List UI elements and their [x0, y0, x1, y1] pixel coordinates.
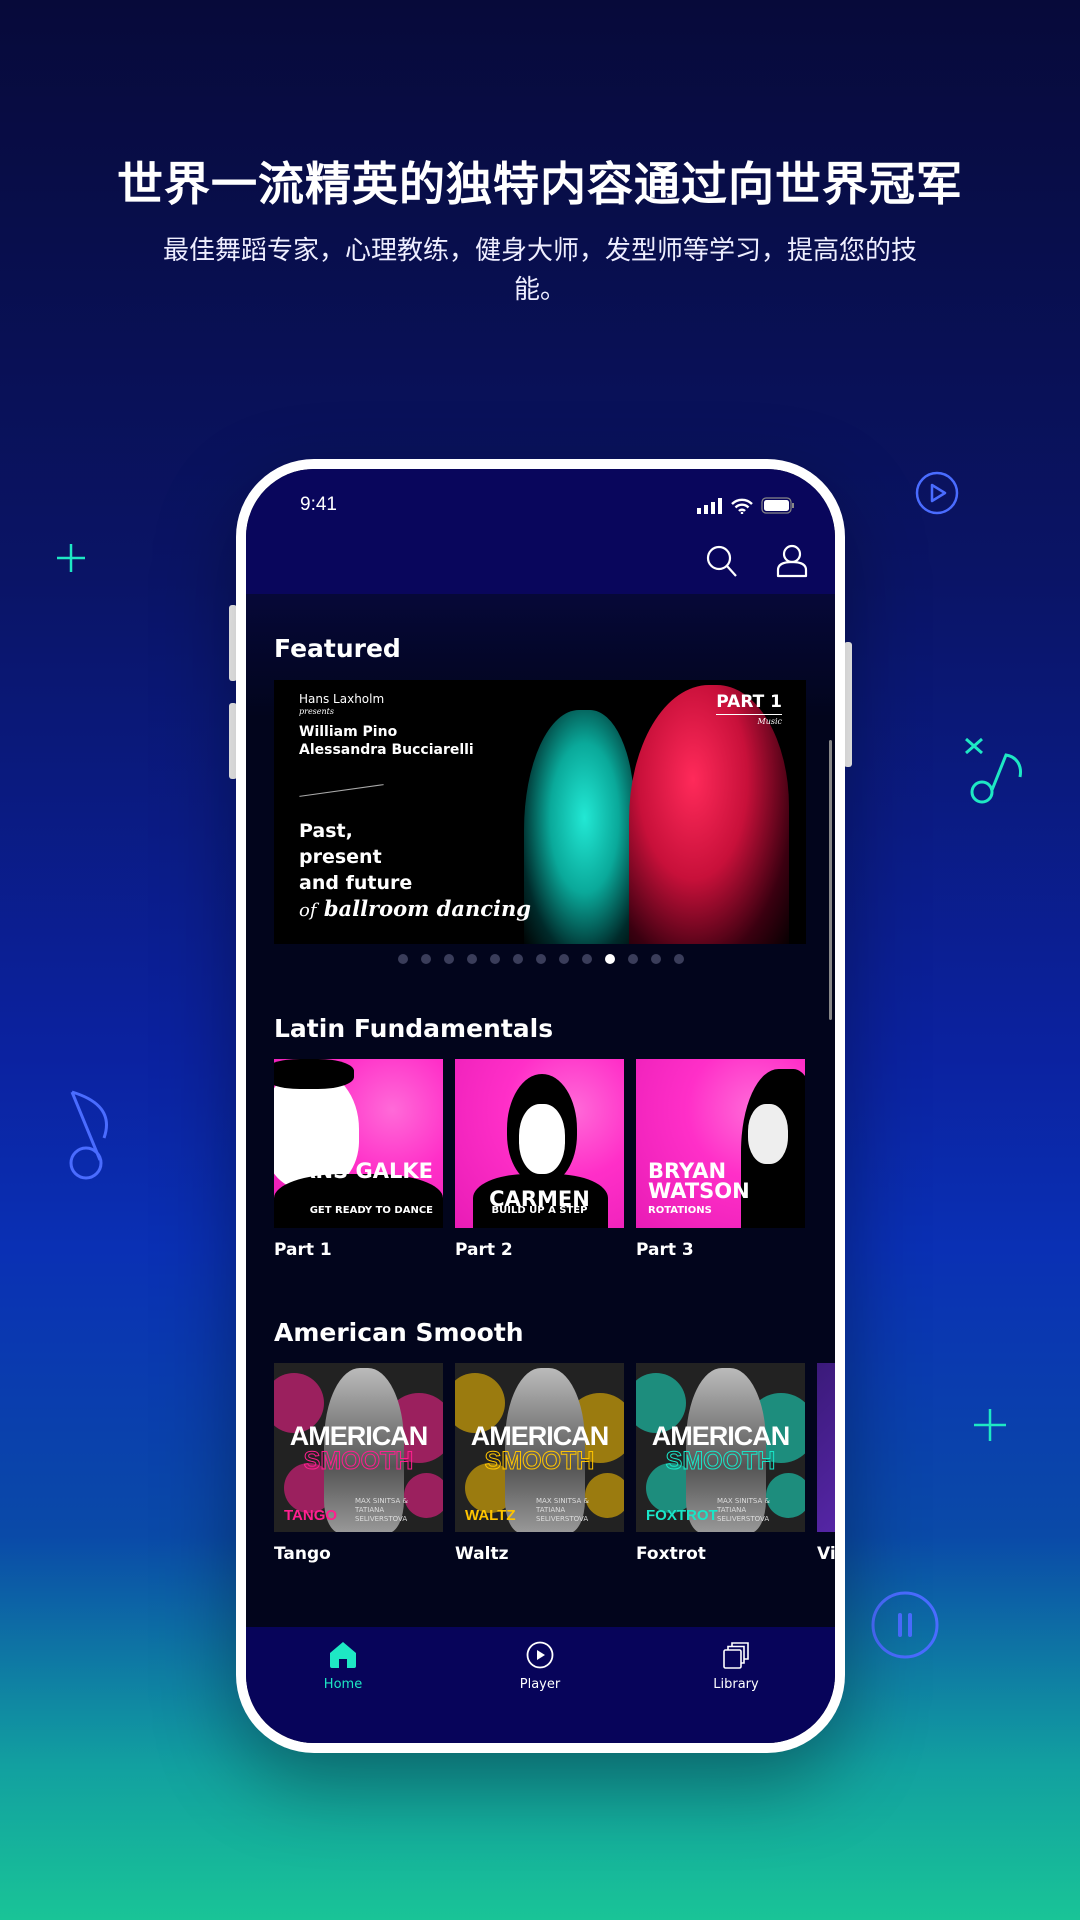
card-art-dance: WALTZ — [465, 1507, 516, 1524]
status-icons — [697, 497, 795, 514]
card-art-sub: SMOOTH — [484, 1447, 595, 1476]
section-title-american: American Smooth — [274, 1318, 524, 1347]
carousel-dots — [246, 954, 835, 964]
card-label: Part 3 — [636, 1240, 694, 1260]
user-icon[interactable] — [776, 544, 808, 578]
music-note-icon — [965, 737, 1022, 804]
latin-card[interactable]: BRYAN WATSON ROTATIONS Part 3 — [636, 1059, 805, 1260]
card-art-tag: ROTATIONS — [648, 1205, 712, 1216]
carousel-dot[interactable] — [420, 954, 431, 964]
nav-label: Home — [323, 1677, 363, 1692]
latin-card[interactable]: HANS GALKE GET READY TO DANCE Part 1 — [274, 1059, 443, 1260]
nav-library[interactable]: Library — [676, 1641, 796, 1692]
banner-text: Past, — [299, 820, 353, 842]
card-label: Part 2 — [455, 1240, 513, 1260]
battery-icon — [761, 497, 794, 514]
banner-text: and future — [299, 872, 413, 894]
pause-circle-icon — [871, 1591, 939, 1659]
banner-presents: presents — [299, 707, 334, 716]
american-card[interactable]: Vi — [817, 1363, 835, 1564]
carousel-dot[interactable] — [604, 954, 615, 964]
latin-row: HANS GALKE GET READY TO DANCE Part 1 CAR… — [274, 1059, 805, 1260]
card-label: Part 1 — [274, 1240, 332, 1260]
banner-part-sub: Music — [757, 717, 783, 726]
plus-icon — [974, 1409, 1006, 1441]
nav-player[interactable]: Player — [480, 1641, 600, 1692]
latin-card[interactable]: CARMEN BUILD UP A STEP Part 2 — [455, 1059, 624, 1260]
nav-label: Library — [713, 1677, 759, 1692]
card-art-sub: SMOOTH — [303, 1447, 414, 1476]
card-art-tag: BUILD UP A STEP — [491, 1205, 588, 1216]
card-art-dance: FOXTROT — [646, 1507, 718, 1524]
section-title-latin: Latin Fundamentals — [274, 1014, 554, 1043]
play-circle-icon — [915, 471, 959, 515]
banner-text: of — [299, 900, 317, 921]
carousel-dot[interactable] — [535, 954, 546, 964]
card-label: Waltz — [455, 1544, 509, 1564]
status-time: 9:41 — [300, 494, 337, 515]
nav-home[interactable]: Home — [283, 1641, 403, 1692]
carousel-dot[interactable] — [581, 954, 592, 964]
card-art-sub: SMOOTH — [665, 1447, 776, 1476]
banner-divider — [299, 784, 384, 797]
card-art-name: HANS GALKE — [281, 1159, 433, 1183]
carousel-dot[interactable] — [673, 954, 684, 964]
home-icon — [330, 1642, 356, 1668]
card-label: Vi — [817, 1544, 835, 1564]
plus-icon — [57, 544, 85, 572]
card-artwork: AMERICAN SMOOTH TANGO MAX SINITSA & TATI… — [274, 1363, 443, 1532]
card-artwork: CARMEN BUILD UP A STEP — [455, 1059, 624, 1228]
home-feed[interactable]: Featured Hans Laxholm presents William P… — [246, 594, 835, 1627]
card-artwork: BRYAN WATSON ROTATIONS — [636, 1059, 805, 1228]
american-row: AMERICAN SMOOTH TANGO MAX SINITSA & TATI… — [274, 1363, 835, 1564]
promo-subtitle: 最佳舞蹈专家，心理教练，健身大师，发型师等学习，提高您的技能。 — [162, 236, 917, 305]
carousel-dot[interactable] — [443, 954, 454, 964]
banner-text: present — [299, 846, 382, 868]
card-artwork: HANS GALKE GET READY TO DANCE — [274, 1059, 443, 1228]
wifi-icon — [731, 498, 753, 514]
music-note-icon — [69, 1090, 108, 1180]
library-icon — [723, 1642, 749, 1669]
card-artwork — [817, 1363, 835, 1532]
scrollbar[interactable] — [829, 740, 832, 1020]
card-art-dance: TANGO — [284, 1507, 338, 1524]
app-header: 9:41 — [246, 469, 835, 594]
carousel-dot[interactable] — [512, 954, 523, 964]
nav-label: Player — [519, 1677, 561, 1692]
card-artwork: AMERICAN SMOOTH WALTZ MAX SINITSA & TATI… — [455, 1363, 624, 1532]
search-icon[interactable] — [705, 544, 739, 580]
card-label: Foxtrot — [636, 1544, 706, 1564]
carousel-dot[interactable] — [466, 954, 477, 964]
american-card[interactable]: AMERICAN SMOOTH WALTZ MAX SINITSA & TATI… — [455, 1363, 624, 1564]
card-artwork: AMERICAN SMOOTH FOXTROT MAX SINITSA & TA… — [636, 1363, 805, 1532]
carousel-dot[interactable] — [489, 954, 500, 964]
american-card[interactable]: AMERICAN SMOOTH TANGO MAX SINITSA & TATI… — [274, 1363, 443, 1564]
card-art-name: BRYAN WATSON — [648, 1159, 750, 1203]
power-button — [844, 642, 852, 767]
american-card[interactable]: AMERICAN SMOOTH FOXTROT MAX SINITSA & TA… — [636, 1363, 805, 1564]
card-art-credit: MAX SINITSA & TATIANA SELIVERSTOVA — [536, 1497, 589, 1523]
signal-icon — [697, 497, 722, 514]
app-screen: 9:41 Featured Hans Laxholm presents Will… — [246, 469, 835, 1743]
bottom-nav: Home Player Library — [246, 1627, 835, 1743]
card-art-tag: GET READY TO DANCE — [309, 1205, 433, 1216]
banner-artist: Alessandra Bucciarelli — [299, 742, 474, 758]
card-art-credit: MAX SINITSA & TATIANA SELIVERSTOVA — [717, 1497, 770, 1523]
dancer-woman-image — [524, 710, 634, 944]
carousel-dot[interactable] — [397, 954, 408, 964]
banner-presenter: Hans Laxholm — [299, 692, 385, 706]
promo-headline: 世界一流精英的独特内容通过向世界冠军 — [117, 157, 963, 211]
banner-text: ballroom dancing — [323, 896, 531, 921]
card-label: Tango — [274, 1544, 331, 1564]
section-title-featured: Featured — [274, 634, 401, 663]
card-art-credit: MAX SINITSA & TATIANA SELIVERSTOVA — [355, 1497, 408, 1523]
carousel-dot[interactable] — [558, 954, 569, 964]
featured-banner[interactable]: Hans Laxholm presents William Pino Aless… — [274, 680, 806, 944]
banner-part: PART 1 — [716, 692, 782, 715]
carousel-dot[interactable] — [650, 954, 661, 964]
carousel-dot[interactable] — [627, 954, 638, 964]
phone-frame: 9:41 Featured Hans Laxholm presents Will… — [236, 459, 845, 1753]
play-circle-icon — [526, 1641, 554, 1669]
banner-artist: William Pino — [299, 724, 398, 740]
